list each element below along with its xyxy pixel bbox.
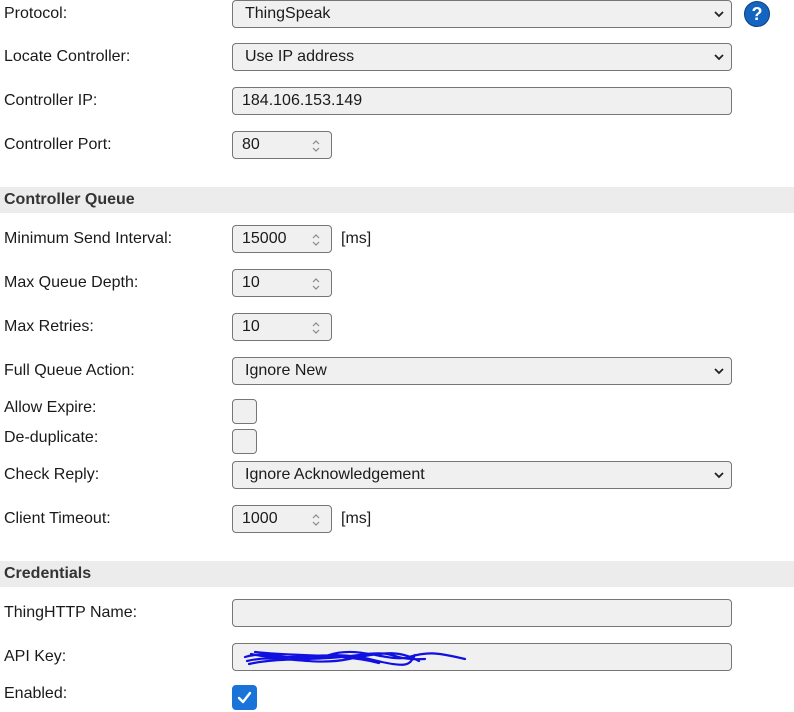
client-timeout-input[interactable]: 1000 bbox=[232, 505, 332, 533]
protocol-select[interactable]: ThingSpeak bbox=[232, 0, 732, 28]
de-duplicate-label: De-duplicate: bbox=[4, 429, 99, 446]
locate-controller-select[interactable]: Use IP address bbox=[232, 43, 732, 71]
chevron-down-icon bbox=[714, 368, 724, 375]
check-reply-label: Check Reply: bbox=[4, 466, 100, 483]
chevron-down-icon bbox=[714, 472, 724, 479]
thinghttp-name-input[interactable] bbox=[232, 599, 732, 627]
max-retries-label: Max Retries: bbox=[4, 318, 94, 335]
full-queue-action-label: Full Queue Action: bbox=[4, 362, 135, 379]
controller-port-value: 80 bbox=[242, 136, 260, 153]
controller-port-label: Controller Port: bbox=[4, 136, 112, 153]
full-queue-action-value: Ignore New bbox=[245, 362, 327, 379]
client-timeout-value: 1000 bbox=[242, 510, 278, 527]
spinner-icon[interactable] bbox=[311, 277, 321, 291]
controller-ip-value: 184.106.153.149 bbox=[242, 92, 363, 109]
min-send-interval-unit: [ms] bbox=[341, 230, 372, 247]
client-timeout-unit: [ms] bbox=[341, 510, 372, 527]
spinner-icon[interactable] bbox=[311, 513, 321, 527]
help-icon-glyph: ? bbox=[751, 4, 763, 24]
enabled-checkbox[interactable] bbox=[232, 685, 257, 710]
protocol-label: Protocol: bbox=[4, 5, 68, 22]
locate-controller-value: Use IP address bbox=[245, 48, 355, 65]
max-retries-value: 10 bbox=[242, 318, 260, 335]
credentials-heading: Credentials bbox=[4, 565, 92, 582]
controller-ip-label: Controller IP: bbox=[4, 92, 98, 109]
max-retries-input[interactable]: 10 bbox=[232, 313, 332, 341]
min-send-interval-input[interactable]: 15000 bbox=[232, 225, 332, 253]
max-queue-depth-input[interactable]: 10 bbox=[232, 269, 332, 297]
api-key-label: API Key: bbox=[4, 648, 67, 665]
controller-port-input[interactable]: 80 bbox=[232, 131, 332, 159]
de-duplicate-checkbox[interactable] bbox=[232, 429, 257, 454]
controller-queue-section-header: Controller Queue bbox=[0, 187, 794, 213]
locate-controller-label: Locate Controller: bbox=[4, 48, 131, 65]
min-send-interval-label: Minimum Send Interval: bbox=[4, 230, 173, 247]
redaction-scribble bbox=[243, 650, 467, 666]
controller-ip-input[interactable]: 184.106.153.149 bbox=[232, 87, 732, 115]
spinner-icon[interactable] bbox=[311, 139, 321, 153]
api-key-input[interactable] bbox=[232, 643, 732, 671]
full-queue-action-select[interactable]: Ignore New bbox=[232, 357, 732, 385]
check-reply-select[interactable]: Ignore Acknowledgement bbox=[232, 461, 732, 489]
allow-expire-checkbox[interactable] bbox=[232, 399, 257, 424]
help-icon[interactable]: ? bbox=[744, 1, 770, 27]
protocol-value: ThingSpeak bbox=[245, 5, 331, 22]
credentials-section-header: Credentials bbox=[0, 561, 794, 587]
chevron-down-icon bbox=[714, 11, 724, 18]
check-reply-value: Ignore Acknowledgement bbox=[245, 466, 425, 483]
thinghttp-name-label: ThingHTTP Name: bbox=[4, 604, 138, 621]
client-timeout-label: Client Timeout: bbox=[4, 510, 111, 527]
min-send-interval-value: 15000 bbox=[242, 230, 287, 247]
controller-queue-heading: Controller Queue bbox=[4, 191, 135, 208]
max-queue-depth-value: 10 bbox=[242, 274, 260, 291]
max-queue-depth-label: Max Queue Depth: bbox=[4, 274, 139, 291]
spinner-icon[interactable] bbox=[311, 321, 321, 335]
spinner-icon[interactable] bbox=[311, 233, 321, 247]
enabled-label: Enabled: bbox=[4, 685, 68, 702]
checkmark-icon bbox=[237, 691, 252, 704]
chevron-down-icon bbox=[714, 54, 724, 61]
allow-expire-label: Allow Expire: bbox=[4, 399, 97, 416]
